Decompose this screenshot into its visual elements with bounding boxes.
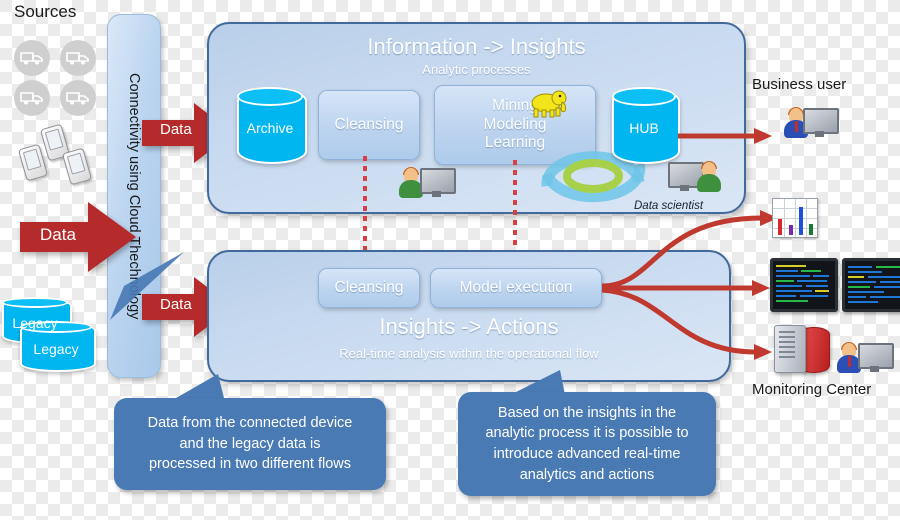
- mobile-device-icon: [17, 143, 49, 182]
- mobile-device-icon: [61, 147, 93, 186]
- business-user-label: Business user: [752, 76, 847, 93]
- callout-right: Based on the insights in the analytic pr…: [458, 392, 716, 496]
- sources-label: Sources: [14, 2, 77, 21]
- data-arrow-label: Data: [160, 296, 192, 313]
- process-cleansing-upper[interactable]: Cleansing: [318, 90, 420, 160]
- archive-datastore: Archive: [237, 87, 307, 164]
- dual-monitor-terminal-icon: [770, 258, 900, 312]
- data-arrow-label: Data: [160, 121, 192, 138]
- callout-left: Data from the connected device and the l…: [114, 398, 386, 490]
- bar-chart-icon: [772, 198, 818, 238]
- truck-icon: [60, 80, 96, 116]
- server-database-operator-icon: [774, 325, 894, 373]
- truck-icon: [14, 40, 50, 76]
- process-cleansing-lower[interactable]: Cleansing: [318, 268, 420, 308]
- business-user-icon: [783, 107, 839, 138]
- truck-icon: [14, 80, 50, 116]
- analyst-icon: [398, 167, 456, 198]
- truck-icon: [60, 40, 96, 76]
- output-connectors: [601, 128, 778, 360]
- hadoop-elephant-icon: [531, 90, 567, 118]
- data-arrow-label: Data: [40, 225, 76, 244]
- panel-subtitle: Analytic processes: [422, 62, 531, 77]
- process-model-execution[interactable]: Model execution: [430, 268, 602, 308]
- monitoring-center-label: Monitoring Center: [752, 381, 872, 398]
- panel-title: Information -> Insights: [367, 34, 586, 59]
